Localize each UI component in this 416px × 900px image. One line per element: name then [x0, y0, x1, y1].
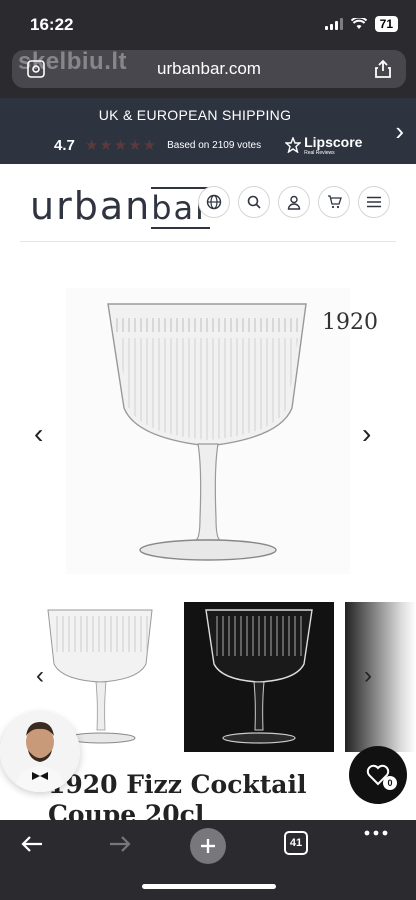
- menu-button[interactable]: [358, 186, 390, 218]
- main-product-image[interactable]: [66, 288, 350, 574]
- person-avatar-icon: [0, 712, 80, 792]
- thumbnail-prev-arrow-icon[interactable]: ‹: [36, 662, 44, 690]
- coupe-glass-illustration: [107, 303, 307, 561]
- lipscore-logo[interactable]: Lipscore Real Reviews: [285, 134, 362, 156]
- battery-indicator: 71: [374, 16, 398, 32]
- status-time: 16:22: [30, 15, 74, 34]
- rating-stars: ★★★★★: [84, 137, 158, 154]
- account-button[interactable]: [278, 186, 310, 218]
- cart-button[interactable]: [318, 186, 350, 218]
- thumbnail-3[interactable]: [345, 602, 416, 752]
- new-tab-button[interactable]: [190, 828, 226, 864]
- product-badge-1920: 1920: [322, 310, 378, 335]
- lipscore-brand: Lipscore: [304, 134, 363, 150]
- globe-icon: [206, 194, 222, 210]
- browser-top-chrome: 16:22 71 urbanbar.com skelbiu.lt: [0, 0, 416, 98]
- thumbnail-glass-2: [205, 609, 313, 744]
- tabs-count-button[interactable]: 41: [284, 831, 308, 855]
- hamburger-menu-icon: [367, 196, 381, 208]
- site-header: urbanbar: [20, 164, 396, 242]
- cart-icon: [327, 195, 342, 209]
- thumbnail-2[interactable]: [184, 602, 334, 752]
- back-arrow-icon[interactable]: [20, 834, 44, 854]
- header-icons: [198, 186, 390, 218]
- shipping-title: UK & EUROPEAN SHIPPING: [98, 107, 292, 123]
- status-icons: 71: [324, 16, 398, 32]
- lipscore-sub: Real Reviews: [304, 150, 335, 156]
- search-button[interactable]: [238, 186, 270, 218]
- gallery-next-arrow-icon[interactable]: ›: [362, 418, 371, 450]
- search-icon: [247, 195, 261, 209]
- urbanbar-logo[interactable]: urbanbar: [30, 184, 211, 229]
- shipping-banner[interactable]: UK & EUROPEAN SHIPPING 4.7 ★★★★★ Based o…: [0, 98, 416, 164]
- language-button[interactable]: [198, 186, 230, 218]
- signal-icon: [324, 18, 343, 30]
- thumbnail-next-arrow-icon[interactable]: ›: [364, 662, 372, 690]
- rating-value: 4.7: [54, 136, 75, 154]
- wishlist-button[interactable]: 0: [349, 746, 407, 804]
- home-indicator: [142, 884, 276, 889]
- watermark-text: skelbiu.lt: [18, 48, 128, 75]
- rating-row: 4.7 ★★★★★ Based on 2109 votes Lipscore Re…: [54, 134, 362, 156]
- votes-text: Based on 2109 votes: [167, 139, 262, 151]
- wishlist-count-badge: 0: [383, 776, 397, 790]
- wifi-icon: [350, 18, 367, 29]
- banner-next-arrow-icon[interactable]: ›: [395, 116, 404, 147]
- share-icon[interactable]: [374, 59, 392, 79]
- support-chat-avatar[interactable]: [0, 712, 80, 792]
- more-options-icon[interactable]: [364, 830, 388, 836]
- logo-part-urban: urban: [30, 184, 152, 228]
- star-outline-icon: [285, 137, 302, 153]
- plus-icon: [201, 839, 215, 853]
- gallery-prev-arrow-icon[interactable]: ‹: [34, 418, 43, 450]
- user-icon: [287, 195, 301, 210]
- forward-arrow-icon[interactable]: [108, 834, 132, 854]
